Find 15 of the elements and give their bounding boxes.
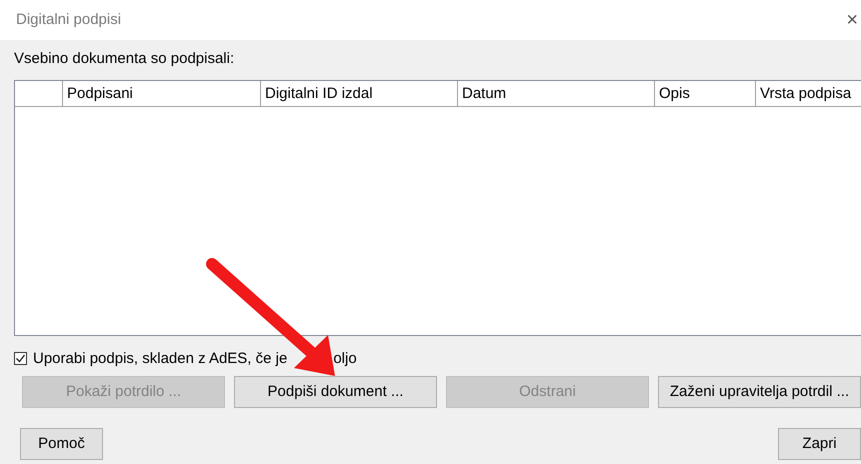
column-header[interactable]: Digitalni ID izdal (261, 80, 458, 106)
column-header[interactable]: Vrsta podpisa (756, 80, 861, 106)
close-button[interactable]: × (846, 10, 858, 30)
help-button[interactable]: Pomoč (20, 428, 103, 460)
column-header[interactable]: Opis (655, 80, 756, 106)
column-header[interactable]: Podpisani (63, 80, 261, 106)
close-dialog-button[interactable]: Zapri (778, 428, 861, 460)
window-title: Digitalni podpisi (16, 10, 122, 30)
table-label: Vsebino dokumenta so podpisali: (14, 49, 236, 69)
checkbox[interactable] (14, 352, 27, 366)
column-header[interactable]: Datum (458, 80, 655, 106)
checkbox-label[interactable]: Uporabi podpis, skladen z AdES, če je (33, 348, 288, 370)
sign-document-button[interactable]: Podpiši dokument ... (234, 376, 437, 408)
certificate-manager-button[interactable]: Zaženi upravitelja potrdil ... (658, 376, 861, 408)
checkbox-label-tail[interactable]: oljo (333, 348, 357, 370)
